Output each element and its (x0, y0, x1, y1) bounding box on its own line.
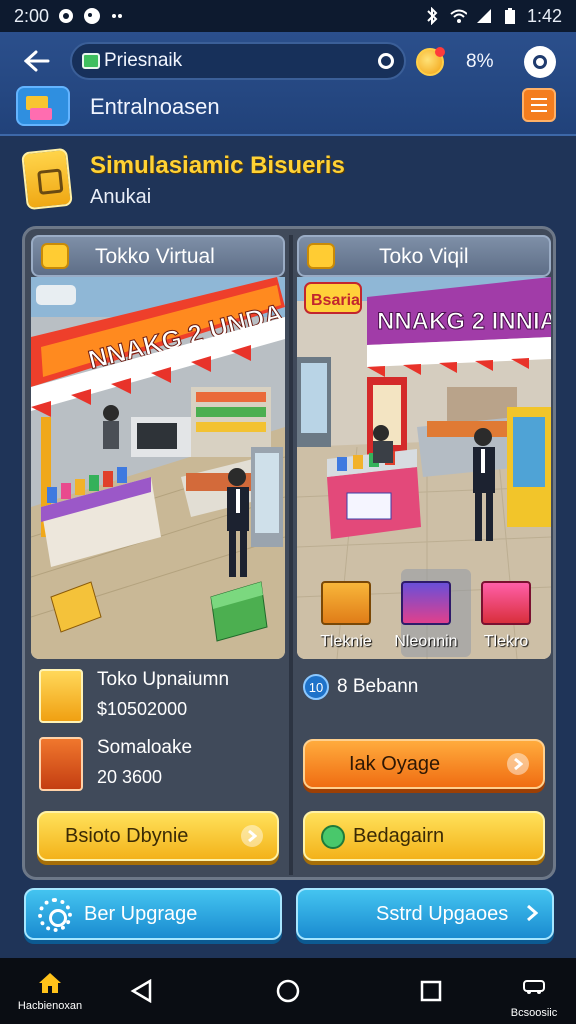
app-title: Entralnoasen (90, 94, 220, 119)
button-label: Bsioto Dbynie (65, 824, 189, 847)
user-icon (533, 55, 547, 69)
clock: 2:00 (14, 5, 50, 26)
item-price: 20 3600 (97, 767, 163, 787)
chevron-right-icon (507, 753, 529, 775)
home-label: Hacbienoxan (17, 1000, 83, 1012)
right-shop-badge: 10 8 Bebann (303, 671, 418, 703)
chevron-right-icon (526, 902, 539, 928)
menu-button[interactable] (522, 88, 556, 122)
back-nav-button[interactable] (128, 978, 154, 1004)
recents-button[interactable] (418, 978, 444, 1004)
right-nav-label: Bcsoosiic (510, 1007, 558, 1019)
notification-dot (435, 47, 445, 57)
status-time-right: 1:42 (526, 5, 562, 26)
search-input[interactable]: Priesnaik (70, 42, 406, 80)
list-item[interactable]: Somaloake 20 3600 (37, 733, 277, 797)
left-shop-header: Tokko Virtual (31, 235, 285, 277)
simulation-header: Simulasiamic Bisueris Anukai (20, 146, 560, 218)
right-shop-card: Toko Viqil Bsaria NNAKG 2 INNIAK (297, 235, 551, 875)
coin-icon[interactable] (416, 47, 445, 76)
right-shop-header: Toko Viqil (297, 235, 551, 277)
item-name: Somaloake (97, 737, 193, 758)
right-nav-button[interactable]: Bcsoosiic (496, 974, 572, 1019)
button-label: Sstrd Upgaoes (376, 902, 509, 925)
button-label: Bedagairn (353, 824, 445, 847)
triangle-back-icon (130, 979, 152, 1003)
right-shop-small-sign: Bsaria (311, 292, 360, 309)
home-nav-button[interactable]: Hacbienoxan (10, 972, 90, 1020)
arrow-left-icon (24, 50, 50, 72)
right-shop-sign: NNAKG 2 INNIAK (377, 308, 551, 335)
wifi-icon (449, 7, 467, 25)
product-tile[interactable]: Tlekro (471, 577, 541, 657)
badge-count-icon: 10 (303, 674, 329, 700)
right-shop-scene[interactable]: Bsaria NNAKG 2 INNIAK (297, 277, 551, 659)
product-tile-label: Tlekro (483, 633, 529, 650)
product-thumbnail (39, 669, 83, 723)
item-price: $10502000 (97, 699, 188, 719)
app-bar: Entralnoasen (0, 84, 576, 132)
product-box-icon (481, 581, 531, 625)
smile-bag-icon (307, 243, 335, 269)
gear-icon (38, 898, 72, 932)
bluetooth-icon (423, 7, 441, 25)
product-box-icon (321, 581, 371, 625)
app-logo-icon (16, 86, 70, 126)
car-icon (523, 980, 545, 994)
product-tile[interactable]: Tleknie (311, 577, 381, 657)
top-toolbar: Priesnaik 8% (0, 38, 576, 80)
search-value: Priesnaik (104, 50, 183, 71)
signal-icon (475, 7, 493, 25)
item-name: Toko Upnaiumn (97, 669, 230, 690)
simulation-subtitle: Anukai (90, 186, 152, 208)
home-icon (38, 972, 62, 994)
square-recents-icon (420, 980, 442, 1002)
product-thumbnail (39, 737, 83, 791)
notification-icon (57, 7, 75, 25)
more-dots-icon (109, 7, 127, 25)
upgrade-button-right[interactable]: Sstrd Upgaoes (296, 888, 554, 940)
left-shop-action-button[interactable]: Bsioto Dbynie (37, 811, 279, 861)
app-notification-icon (83, 7, 101, 25)
button-label: Ber Upgrage (84, 902, 198, 925)
right-shop-yellow-button[interactable]: Bedagairn (303, 811, 545, 861)
right-shop-title: Toko Viqil (379, 245, 469, 268)
product-box-icon (401, 581, 451, 625)
badge-text: 8 Bebann (337, 676, 419, 697)
panel-divider (289, 235, 293, 875)
left-shop-title: Tokko Virtual (95, 245, 215, 268)
simulation-title: Simulasiamic Bisueris (90, 152, 345, 179)
product-tile-label: Tleknie (320, 633, 372, 650)
header: Priesnaik 8% Entralnoasen (0, 32, 576, 136)
circle-home-icon (276, 979, 300, 1003)
shop-bag-icon (41, 243, 69, 269)
search-icon (321, 825, 345, 849)
product-tile-label: Nleonnin (394, 633, 458, 650)
status-bar: 2:00 1:42 (0, 0, 576, 32)
list-item[interactable]: Toko Upnaiumn $10502000 (37, 665, 277, 729)
tag-icon (82, 53, 100, 69)
battery-icon (501, 7, 519, 25)
search-clear-icon[interactable] (378, 53, 394, 69)
chevron-right-icon (241, 825, 263, 847)
left-shop-card: Tokko Virtual NNAKG 2 UNDA Toko Upnaiumn… (31, 235, 285, 875)
product-tile[interactable]: Nleonnin (391, 577, 461, 657)
button-label: Iak Oyage (349, 752, 441, 775)
percent-readout: 8% (466, 51, 494, 72)
product-tiles: Tleknie Nleonnin Tlekro (311, 577, 541, 657)
shops-panel: Tokko Virtual NNAKG 2 UNDA Toko Upnaiumn… (22, 226, 556, 880)
profile-button[interactable] (524, 46, 556, 78)
navigation-bar: Hacbienoxan Bcsoosiic (0, 958, 576, 1024)
right-shop-orange-button[interactable]: Iak Oyage (303, 739, 545, 789)
business-icon (21, 147, 73, 211)
back-button[interactable] (20, 44, 54, 78)
upgrade-button-left[interactable]: Ber Upgrage (24, 888, 282, 940)
left-shop-scene[interactable]: NNAKG 2 UNDA (31, 277, 285, 659)
home-circle-button[interactable] (275, 978, 301, 1004)
